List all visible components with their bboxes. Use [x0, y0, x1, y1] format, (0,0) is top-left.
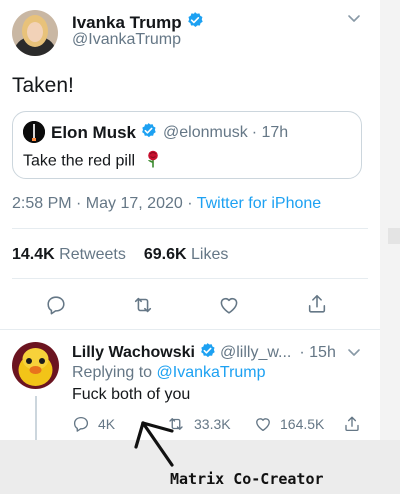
reply-like-button[interactable]: 164.5K [254, 415, 324, 433]
verified-badge-icon [140, 122, 157, 144]
like-icon[interactable] [218, 294, 240, 321]
divider [0, 329, 380, 330]
reply-like-count: 164.5K [280, 416, 325, 432]
quoted-author-avatar [23, 121, 45, 143]
tweet-stats: 14.4K Retweets 69.6K Likes [12, 246, 228, 264]
quoted-author-handle: @elonmusk [163, 124, 248, 141]
reply-share-button[interactable] [343, 415, 369, 433]
reply-author-name[interactable]: Lilly Wachowski [72, 344, 195, 362]
share-icon [345, 416, 359, 432]
author-avatar[interactable] [12, 10, 58, 56]
retweet-icon[interactable] [131, 294, 155, 321]
like-icon [256, 418, 270, 432]
reply-reply-count: 4K [98, 416, 116, 432]
chevron-down-icon[interactable] [346, 10, 362, 31]
retweets-count[interactable]: 14.4K [12, 246, 55, 263]
share-icon[interactable] [306, 293, 328, 320]
quoted-tweet-text: Take the red pill [23, 150, 160, 173]
replying-to: Replying to @IvankaTrump [72, 364, 266, 382]
quoted-tweet-body: Take the red pill [23, 152, 136, 170]
reply-icon[interactable] [45, 294, 67, 321]
side-strip-nub [388, 228, 400, 244]
likes-count[interactable]: 69.6K [144, 246, 187, 263]
retweets-label[interactable]: Retweets [59, 246, 126, 263]
tweet-text: Taken! [12, 74, 74, 97]
side-strip [380, 0, 400, 440]
reply-author-avatar[interactable] [12, 342, 59, 389]
replying-to-handle[interactable]: @IvankaTrump [157, 364, 266, 381]
thread-line [35, 396, 37, 440]
rose-emoji-icon [146, 150, 160, 173]
reply-reply-button[interactable]: 4K [72, 415, 115, 433]
reply-age: · 15h [299, 344, 336, 361]
reply-retweet-count: 33.3K [194, 416, 231, 432]
reply-icon [73, 416, 89, 432]
reply-author-row: Lilly Wachowski @lilly_w... · 15h [72, 342, 336, 364]
verified-badge-icon [199, 342, 216, 364]
likes-label[interactable]: Likes [191, 246, 228, 263]
reply-text: Fuck both of you [72, 386, 191, 403]
tweet-meta: 2:58 PM · May 17, 2020 · Twitter for iPh… [12, 195, 321, 213]
quoted-author-name: Elon Musk [51, 123, 137, 142]
annotation-arrow [134, 421, 174, 467]
tweet-timestamp[interactable]: 2:58 PM · May 17, 2020 · [12, 195, 197, 212]
chevron-down-icon[interactable] [346, 344, 362, 365]
author-handle[interactable]: @IvankaTrump [72, 31, 181, 49]
tweet-source[interactable]: Twitter for iPhone [197, 195, 322, 212]
annotation-caption: Matrix Co-Creator [170, 470, 324, 488]
reply-author-handle[interactable]: @lilly_w... [220, 344, 291, 362]
verified-badge-icon [186, 11, 204, 34]
author-name[interactable]: Ivanka Trump [72, 13, 182, 33]
replying-to-prefix: Replying to [72, 364, 157, 381]
divider [12, 228, 368, 229]
divider [12, 278, 368, 279]
quoted-tweet[interactable]: Elon Musk @elonmusk · 17h Take the red p… [12, 111, 362, 179]
tweet-card: Ivanka Trump @IvankaTrump Taken! Elon Mu… [0, 0, 380, 440]
quoted-author-row: Elon Musk @elonmusk · 17h [51, 122, 288, 144]
quoted-tweet-age: · 17h [251, 124, 289, 141]
